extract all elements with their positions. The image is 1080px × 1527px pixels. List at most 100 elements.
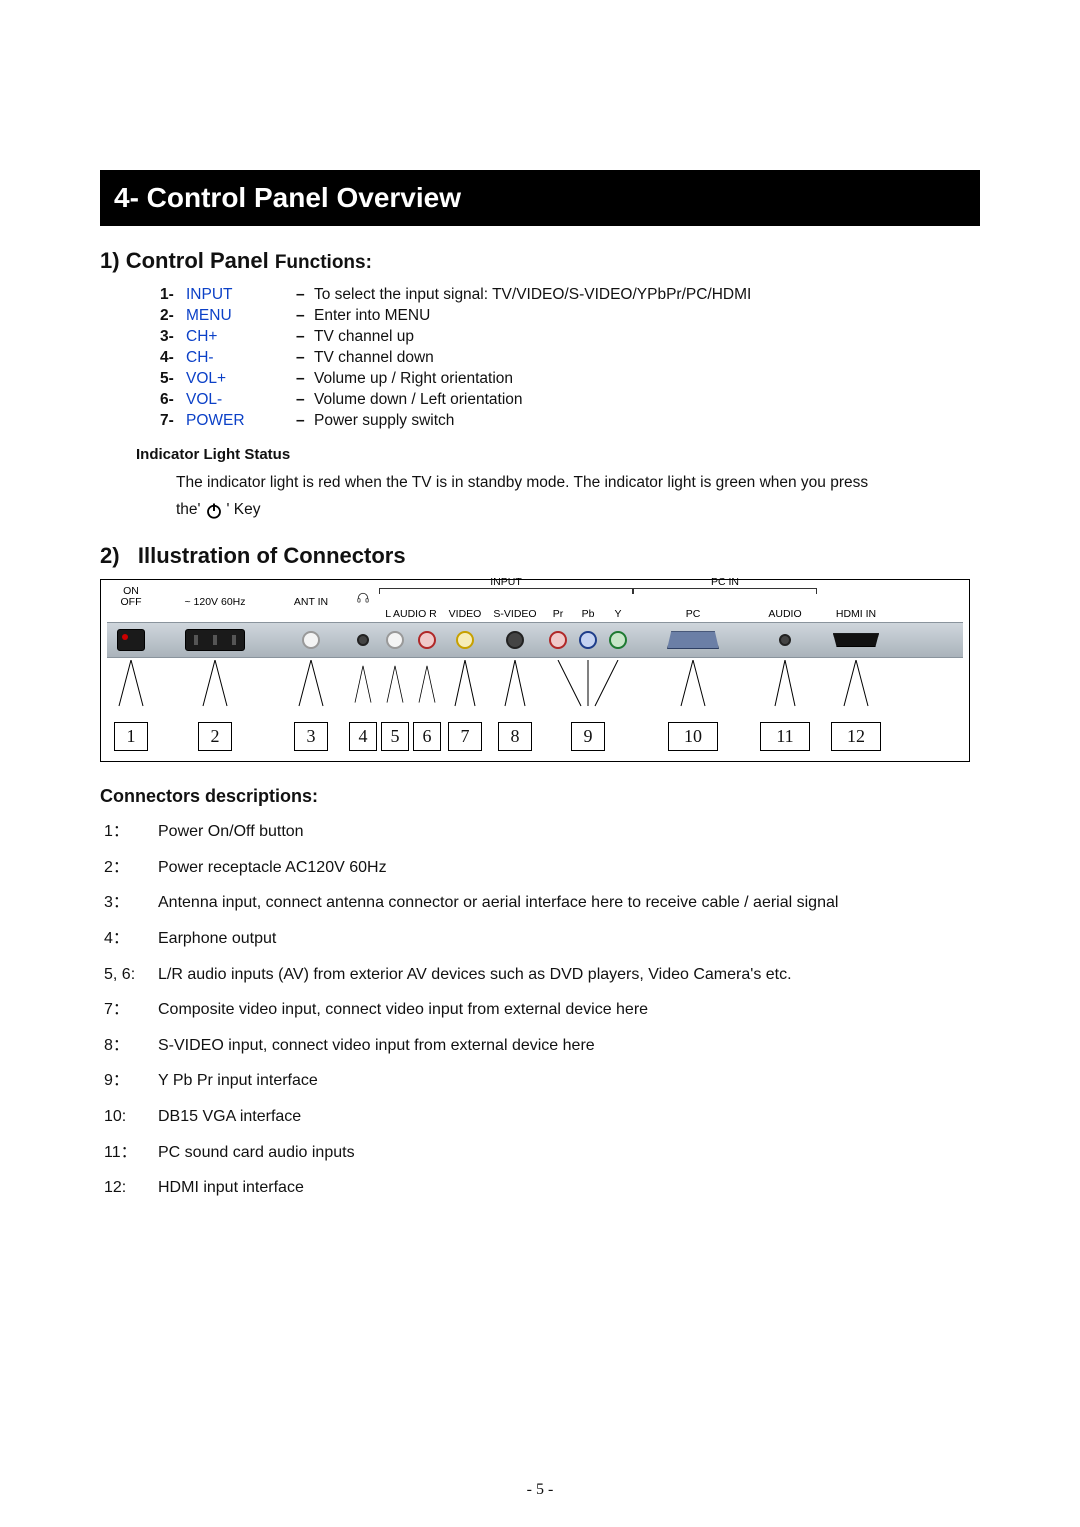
- port-audio-l: [379, 623, 411, 657]
- desc-text: Power receptacle AC120V 60Hz: [158, 857, 980, 879]
- callout-number-row: 1 2 3 4 5 6 7 8 9 10 11 12: [107, 722, 963, 751]
- desc-row: 7：Composite video input, connect video i…: [104, 999, 980, 1021]
- label-pb: Pb: [573, 608, 603, 620]
- desc-num: 8：: [104, 1035, 158, 1057]
- desc-num: 4：: [104, 928, 158, 950]
- desc-num: 10:: [104, 1106, 158, 1128]
- port-ac-inlet: [155, 623, 275, 657]
- function-desc: Volume up / Right orientation: [314, 369, 980, 390]
- label-ac: ~ 120V 60Hz: [155, 596, 275, 608]
- callout-num-10: 10: [668, 722, 718, 751]
- label-svideo: S-VIDEO: [487, 608, 543, 620]
- indicator-text-line2: the' ' Key: [176, 495, 980, 524]
- label-audio: AUDIO: [753, 608, 817, 620]
- port-strip: [107, 622, 963, 658]
- label-headphone-icon: [347, 591, 379, 608]
- desc-text: L/R audio inputs (AV) from exterior AV d…: [158, 964, 980, 986]
- document-page: 4- Control Panel Overview 1) Control Pan…: [0, 0, 1080, 1527]
- function-num: 5-: [160, 369, 186, 390]
- desc-num: 1：: [104, 821, 158, 843]
- label-onoff: ON OFF: [107, 586, 155, 608]
- port-power-switch: [107, 623, 155, 657]
- callout-lines: [107, 660, 963, 720]
- callout-num-3: 3: [294, 722, 328, 751]
- callout-num-2: 2: [198, 722, 232, 751]
- desc-text: Y Pb Pr input interface: [158, 1070, 980, 1092]
- desc-text: Power On/Off button: [158, 821, 980, 843]
- desc-row: 12:HDMI input interface: [104, 1177, 980, 1199]
- function-num: 2-: [160, 306, 186, 327]
- dash: –: [296, 369, 314, 390]
- desc-num: 7：: [104, 999, 158, 1021]
- function-name: INPUT: [186, 285, 296, 306]
- desc-text: Antenna input, connect antenna connector…: [158, 892, 980, 914]
- desc-text: Earphone output: [158, 928, 980, 950]
- dash: –: [296, 285, 314, 306]
- function-name: VOL-: [186, 390, 296, 411]
- function-row: 2- MENU – Enter into MENU: [160, 306, 980, 327]
- label-pc: PC: [633, 608, 753, 620]
- desc-row: 10:DB15 VGA interface: [104, 1106, 980, 1128]
- dash: –: [296, 348, 314, 369]
- callout-num-5: 5: [381, 722, 409, 751]
- port-video: [443, 623, 487, 657]
- desc-row: 11：PC sound card audio inputs: [104, 1142, 980, 1164]
- dash: –: [296, 390, 314, 411]
- desc-num: 11：: [104, 1142, 158, 1164]
- callout-num-11: 11: [760, 722, 810, 751]
- connector-illustration: ON OFF ~ 120V 60Hz ANT IN INPUT PC IN L …: [100, 579, 970, 762]
- port-hdmi: [817, 623, 895, 657]
- port-pb: [573, 623, 603, 657]
- desc-row: 4：Earphone output: [104, 928, 980, 950]
- subsection-2-title: Illustration of Connectors: [138, 543, 406, 568]
- desc-row: 3：Antenna input, connect antenna connect…: [104, 892, 980, 914]
- function-num: 6-: [160, 390, 186, 411]
- desc-num: 5, 6:: [104, 964, 158, 986]
- function-name: CH+: [186, 327, 296, 348]
- port-antenna: [275, 623, 347, 657]
- desc-num: 12:: [104, 1177, 158, 1199]
- function-name: CH-: [186, 348, 296, 369]
- indicator-text-post: ' Key: [227, 495, 261, 524]
- label-video: VIDEO: [443, 608, 487, 620]
- desc-num: 3：: [104, 892, 158, 914]
- control-functions-list: 1- INPUT – To select the input signal: T…: [160, 285, 980, 431]
- indicator-text-pre: the': [176, 495, 201, 524]
- indicator-text-line1: The indicator light is red when the TV i…: [176, 471, 980, 496]
- label-hdmi-in: HDMI IN: [817, 608, 895, 620]
- dash: –: [296, 306, 314, 327]
- callout-num-6: 6: [413, 722, 441, 751]
- function-num: 3-: [160, 327, 186, 348]
- port-svideo: [487, 623, 543, 657]
- callout-num-7: 7: [448, 722, 482, 751]
- subsection-2-num: 2): [100, 543, 120, 568]
- desc-row: 5, 6:L/R audio inputs (AV) from exterior…: [104, 964, 980, 986]
- function-desc: TV channel down: [314, 348, 980, 369]
- function-num: 4-: [160, 348, 186, 369]
- port-pr: [543, 623, 573, 657]
- callout-num-12: 12: [831, 722, 881, 751]
- port-caption-row: L AUDIO R VIDEO S-VIDEO Pr Pb Y PC AUDIO…: [107, 608, 963, 620]
- function-row: 7- POWER – Power supply switch: [160, 411, 980, 432]
- port-vga: [633, 623, 753, 657]
- subsection-2-heading: 2) Illustration of Connectors: [100, 543, 980, 569]
- port-audio-r: [411, 623, 443, 657]
- function-desc: Power supply switch: [314, 411, 980, 432]
- function-name: MENU: [186, 306, 296, 327]
- function-num: 1-: [160, 285, 186, 306]
- page-number: - 5 -: [527, 1481, 554, 1499]
- subsection-1-num: 1): [100, 248, 120, 273]
- pcin-group-label: PC IN: [633, 588, 817, 608]
- desc-text: Composite video input, connect video inp…: [158, 999, 980, 1021]
- power-icon: [205, 501, 223, 519]
- desc-row: 8：S-VIDEO input, connect video input fro…: [104, 1035, 980, 1057]
- function-num: 7-: [160, 411, 186, 432]
- desc-row: 1：Power On/Off button: [104, 821, 980, 843]
- label-input: INPUT: [379, 576, 633, 588]
- function-row: 5- VOL+ – Volume up / Right orientation: [160, 369, 980, 390]
- desc-text: PC sound card audio inputs: [158, 1142, 980, 1164]
- dash: –: [296, 327, 314, 348]
- function-desc: Enter into MENU: [314, 306, 980, 327]
- callout-num-1: 1: [114, 722, 148, 751]
- port-y: [603, 623, 633, 657]
